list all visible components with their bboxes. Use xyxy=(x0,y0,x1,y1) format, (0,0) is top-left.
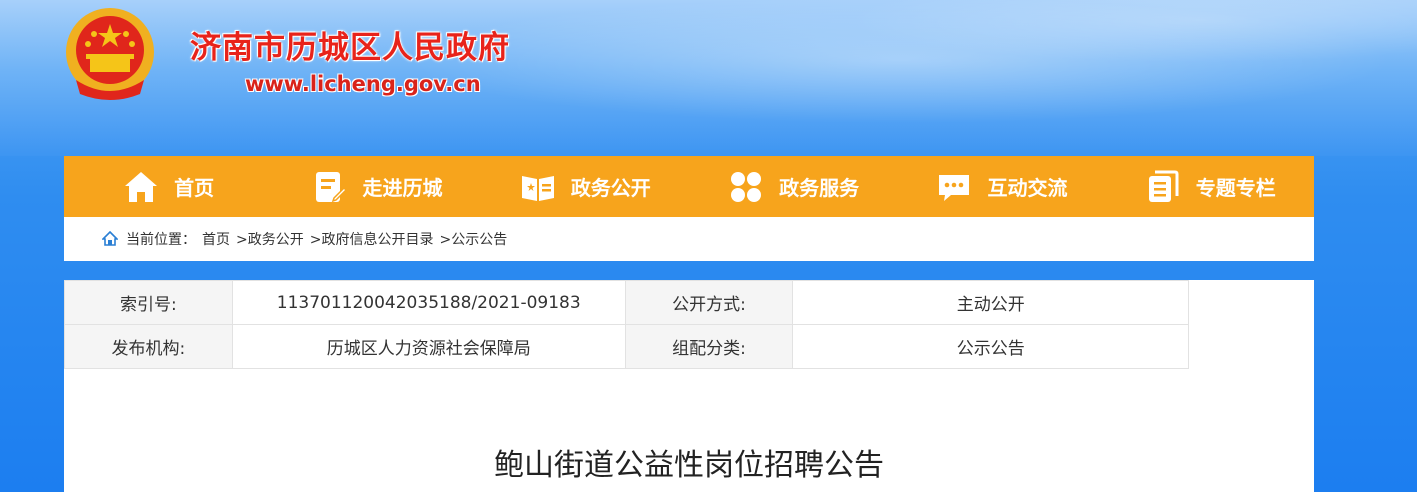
article-content: 索引号: 113701120042035188/2021-09183 公开方式:… xyxy=(64,280,1314,492)
breadcrumb-directory[interactable]: >政府信息公开目录 xyxy=(310,229,434,249)
nav-item-gov-service[interactable]: 政务服务 xyxy=(689,156,897,217)
nav-item-home[interactable]: 首页 xyxy=(64,156,272,217)
nav-item-about[interactable]: 走进历城 xyxy=(272,156,480,217)
table-row: 发布机构: 历城区人力资源社会保障局 组配分类: 公示公告 xyxy=(64,324,1189,369)
home-icon xyxy=(122,168,160,206)
open-book-icon xyxy=(519,168,557,206)
info-table: 索引号: 113701120042035188/2021-09183 公开方式:… xyxy=(64,280,1189,369)
national-emblem-icon xyxy=(66,8,154,100)
article-title: 鲍山街道公益性岗位招聘公告 xyxy=(494,448,884,483)
nav-item-interaction[interactable]: 互动交流 xyxy=(897,156,1105,217)
nav-label: 专题专栏 xyxy=(1195,176,1276,200)
breadcrumb-notice[interactable]: >公示公告 xyxy=(439,229,507,249)
nav-label: 政务服务 xyxy=(779,176,860,200)
org-label: 发布机构: xyxy=(64,324,233,369)
breadcrumb-gov-open[interactable]: >政务公开 xyxy=(236,229,304,249)
nav-item-special[interactable]: 专题专栏 xyxy=(1106,156,1314,217)
index-label: 索引号: xyxy=(64,280,233,325)
category-label: 组配分类: xyxy=(624,324,794,369)
nav-item-gov-open[interactable]: 政务公开 xyxy=(481,156,689,217)
nav-label: 政务公开 xyxy=(570,176,651,200)
breadcrumb-home[interactable]: 首页 xyxy=(202,229,230,249)
nav-label: 走进历城 xyxy=(362,176,443,200)
document-edit-icon xyxy=(310,168,348,206)
service-circles-icon xyxy=(727,168,765,206)
nav-label: 互动交流 xyxy=(987,176,1068,200)
breadcrumb: 当前位置： 首页 >政务公开 >政府信息公开目录 >公示公告 xyxy=(64,217,1314,261)
column-pages-icon xyxy=(1144,168,1182,206)
main-nav: 首页 走进历城 政务公开 政务服务 互动交流 专题专栏 xyxy=(64,156,1314,217)
location-home-icon xyxy=(102,231,118,246)
publish-mode-label: 公开方式: xyxy=(624,280,794,325)
index-value: 113701120042035188/2021-09183 xyxy=(231,280,626,325)
org-value: 历城区人力资源社会保障局 xyxy=(231,324,626,369)
chat-bubble-icon xyxy=(935,168,973,206)
nav-label: 首页 xyxy=(174,176,215,200)
table-row: 索引号: 113701120042035188/2021-09183 公开方式:… xyxy=(64,280,1189,325)
publish-mode-value: 主动公开 xyxy=(792,280,1189,325)
site-url: www.licheng.gov.cn xyxy=(245,72,481,96)
site-header: 济南市历城区人民政府 www.licheng.gov.cn xyxy=(0,0,1417,156)
category-value: 公示公告 xyxy=(792,324,1189,369)
site-title: 济南市历城区人民政府 xyxy=(190,30,510,66)
breadcrumb-prefix: 当前位置： xyxy=(126,232,196,248)
